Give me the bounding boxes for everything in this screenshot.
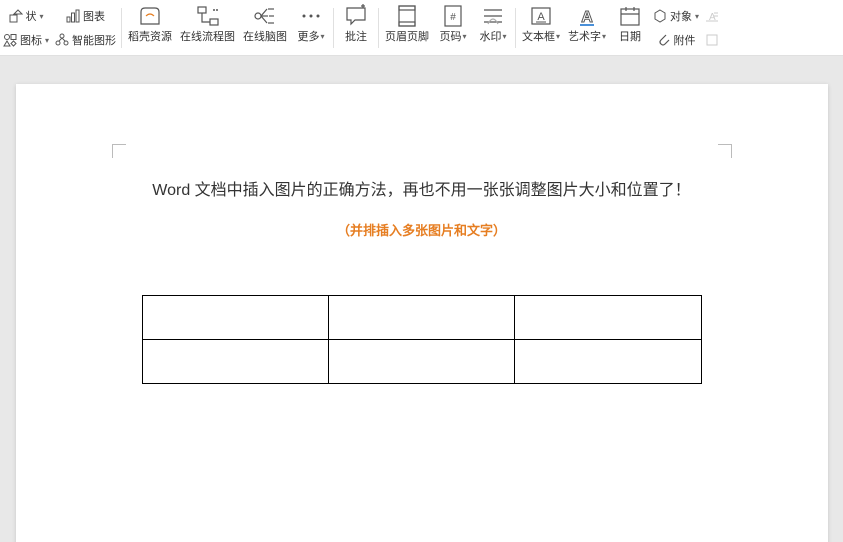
extra-button[interactable]	[705, 30, 719, 50]
extra-icon	[705, 33, 719, 47]
wordart-button[interactable]: A 艺术字▾	[564, 2, 610, 54]
table-row[interactable]	[142, 296, 701, 340]
shapes-icons-column: 状 ▾ 图标 ▾	[0, 2, 52, 54]
object-button[interactable]: 对象 ▾	[653, 6, 699, 26]
attachment-button[interactable]: 附件	[657, 30, 696, 50]
textbox-button[interactable]: A 文本框▾	[518, 2, 564, 54]
document-table[interactable]	[142, 295, 702, 384]
mindmap-icon	[252, 4, 278, 28]
icon-label: 图标	[20, 32, 42, 48]
smart-graphic-icon	[55, 33, 69, 47]
chart-smart-column: 图表 智能图形	[52, 2, 119, 54]
table-cell[interactable]	[142, 296, 328, 340]
object-icon	[653, 9, 667, 23]
online-mindmap-label: 在线脑图	[243, 30, 287, 44]
chevron-down-icon: ▾	[556, 30, 560, 44]
header-footer-icon	[394, 4, 420, 28]
comment-button[interactable]: 批注	[336, 2, 376, 54]
separator	[515, 8, 516, 48]
more-icon	[298, 4, 324, 28]
chart-icon	[66, 9, 80, 23]
date-label: 日期	[619, 30, 641, 44]
page[interactable]: Word 文档中插入图片的正确方法，再也不用一张张调整图片大小和位置了！ （并排…	[16, 84, 828, 542]
chevron-down-icon: ▾	[503, 30, 507, 44]
dropcap-column: A	[702, 2, 722, 54]
online-mindmap-button[interactable]: 在线脑图	[239, 2, 291, 54]
object-label: 对象	[670, 8, 692, 24]
online-flowchart-label: 在线流程图	[180, 30, 235, 44]
table-cell[interactable]	[328, 340, 514, 384]
chevron-down-icon: ▾	[45, 36, 49, 45]
table-row[interactable]	[142, 340, 701, 384]
textbox-label: 文本框	[522, 30, 555, 44]
attachment-label: 附件	[674, 32, 696, 48]
watermark-icon	[480, 4, 506, 28]
icon-icon	[3, 33, 17, 47]
svg-text:A: A	[537, 11, 545, 23]
page-number-icon: #	[440, 4, 466, 28]
page-number-label: 页码	[440, 30, 462, 44]
attachment-icon	[657, 33, 671, 47]
margin-corner-tr	[718, 144, 732, 158]
shape-button[interactable]: 状 ▾	[9, 6, 44, 26]
wordart-icon: A	[574, 4, 600, 28]
chart-label: 图表	[83, 8, 105, 24]
object-attachment-column: 对象 ▾ 附件	[650, 2, 702, 54]
smart-graphic-label: 智能图形	[72, 32, 116, 48]
chevron-down-icon: ▾	[602, 30, 606, 44]
date-button[interactable]: 日期	[610, 2, 650, 54]
table-cell[interactable]	[515, 340, 701, 384]
watermark-label: 水印	[480, 30, 502, 44]
chart-button[interactable]: 图表	[66, 6, 105, 26]
online-flowchart-button[interactable]: 在线流程图	[176, 2, 239, 54]
shape-icon	[9, 9, 23, 23]
docer-resource-label: 稻壳资源	[128, 30, 172, 44]
comment-icon	[343, 4, 369, 28]
separator	[378, 8, 379, 48]
more-label: 更多	[298, 30, 320, 44]
chevron-down-icon: ▾	[695, 12, 699, 21]
comment-label: 批注	[345, 30, 367, 44]
table-cell[interactable]	[328, 296, 514, 340]
document-title[interactable]: Word 文档中插入图片的正确方法，再也不用一张张调整图片大小和位置了！	[112, 176, 732, 200]
ribbon-toolbar: 状 ▾ 图标 ▾ 图表 智能图形 稻壳资源 在线流程图	[0, 0, 843, 56]
date-icon	[617, 4, 643, 28]
separator	[333, 8, 334, 48]
document-subtitle[interactable]: （并排插入多张图片和文字）	[112, 220, 732, 239]
shape-label: 状	[26, 8, 37, 24]
margin-corner-tl	[112, 144, 126, 158]
dropcap-icon: A	[705, 9, 719, 23]
wordart-label: 艺术字	[568, 30, 601, 44]
more-button[interactable]: 更多▾	[291, 2, 331, 54]
textbox-icon: A	[528, 4, 554, 28]
watermark-button[interactable]: 水印▾	[473, 2, 513, 54]
chevron-down-icon: ▾	[463, 30, 467, 44]
header-footer-label: 页眉页脚	[385, 30, 429, 44]
smart-graphic-button[interactable]: 智能图形	[55, 30, 116, 50]
svg-text:#: #	[450, 12, 456, 23]
chevron-down-icon: ▾	[40, 12, 44, 21]
chevron-down-icon: ▾	[321, 30, 325, 44]
document-canvas[interactable]: Word 文档中插入图片的正确方法，再也不用一张张调整图片大小和位置了！ （并排…	[0, 56, 843, 542]
docer-resource-button[interactable]: 稻壳资源	[124, 2, 176, 54]
flowchart-icon	[195, 4, 221, 28]
page-number-button[interactable]: # 页码▾	[433, 2, 473, 54]
table-cell[interactable]	[142, 340, 328, 384]
docer-resource-icon	[137, 4, 163, 28]
table-cell[interactable]	[515, 296, 701, 340]
dropcap-button[interactable]: A	[705, 6, 719, 26]
icon-button[interactable]: 图标 ▾	[3, 30, 49, 50]
svg-text:A: A	[581, 9, 593, 26]
separator	[121, 8, 122, 48]
header-footer-button[interactable]: 页眉页脚	[381, 2, 433, 54]
